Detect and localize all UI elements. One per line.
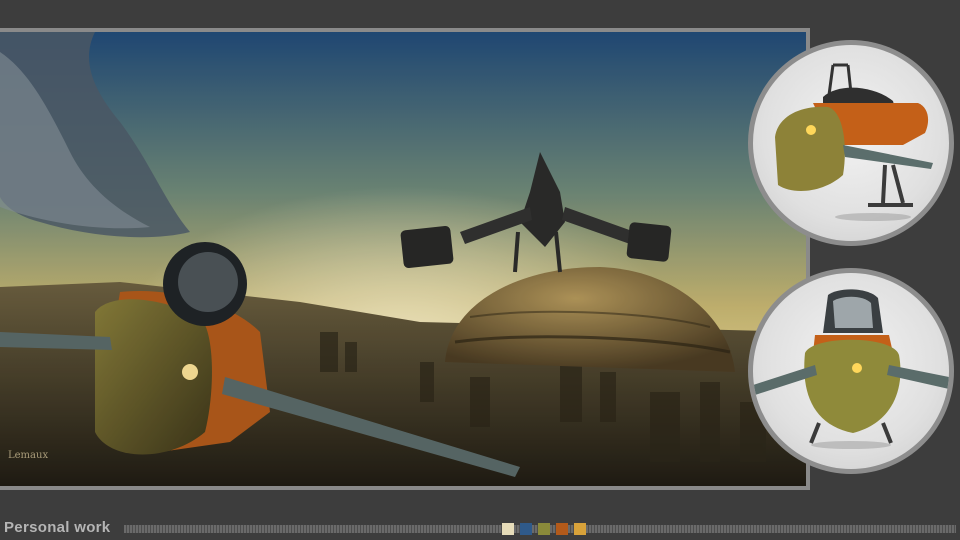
thumbnail-front-view[interactable] — [748, 268, 954, 474]
footer: Personal work — [0, 516, 960, 540]
vehicle-front-view-illustration — [753, 289, 949, 449]
swatch-2[interactable] — [520, 523, 532, 535]
swatch-4[interactable] — [556, 523, 568, 535]
artist-signature: Lemaux — [8, 450, 49, 461]
footer-label: Personal work — [4, 519, 111, 536]
main-artwork-illustration — [0, 32, 806, 486]
thumbnail-front-view-image — [753, 273, 949, 469]
swatch-5[interactable] — [574, 523, 586, 535]
color-swatches — [502, 523, 586, 535]
swatch-1[interactable] — [502, 523, 514, 535]
main-artwork[interactable]: Lemaux — [0, 32, 806, 486]
thumbnail-side-view-image — [753, 45, 949, 241]
swatch-3[interactable] — [538, 523, 550, 535]
thumbnail-side-view[interactable] — [748, 40, 954, 246]
vehicle-side-view-illustration — [775, 63, 933, 221]
main-artwork-frame: Lemaux — [0, 28, 810, 490]
